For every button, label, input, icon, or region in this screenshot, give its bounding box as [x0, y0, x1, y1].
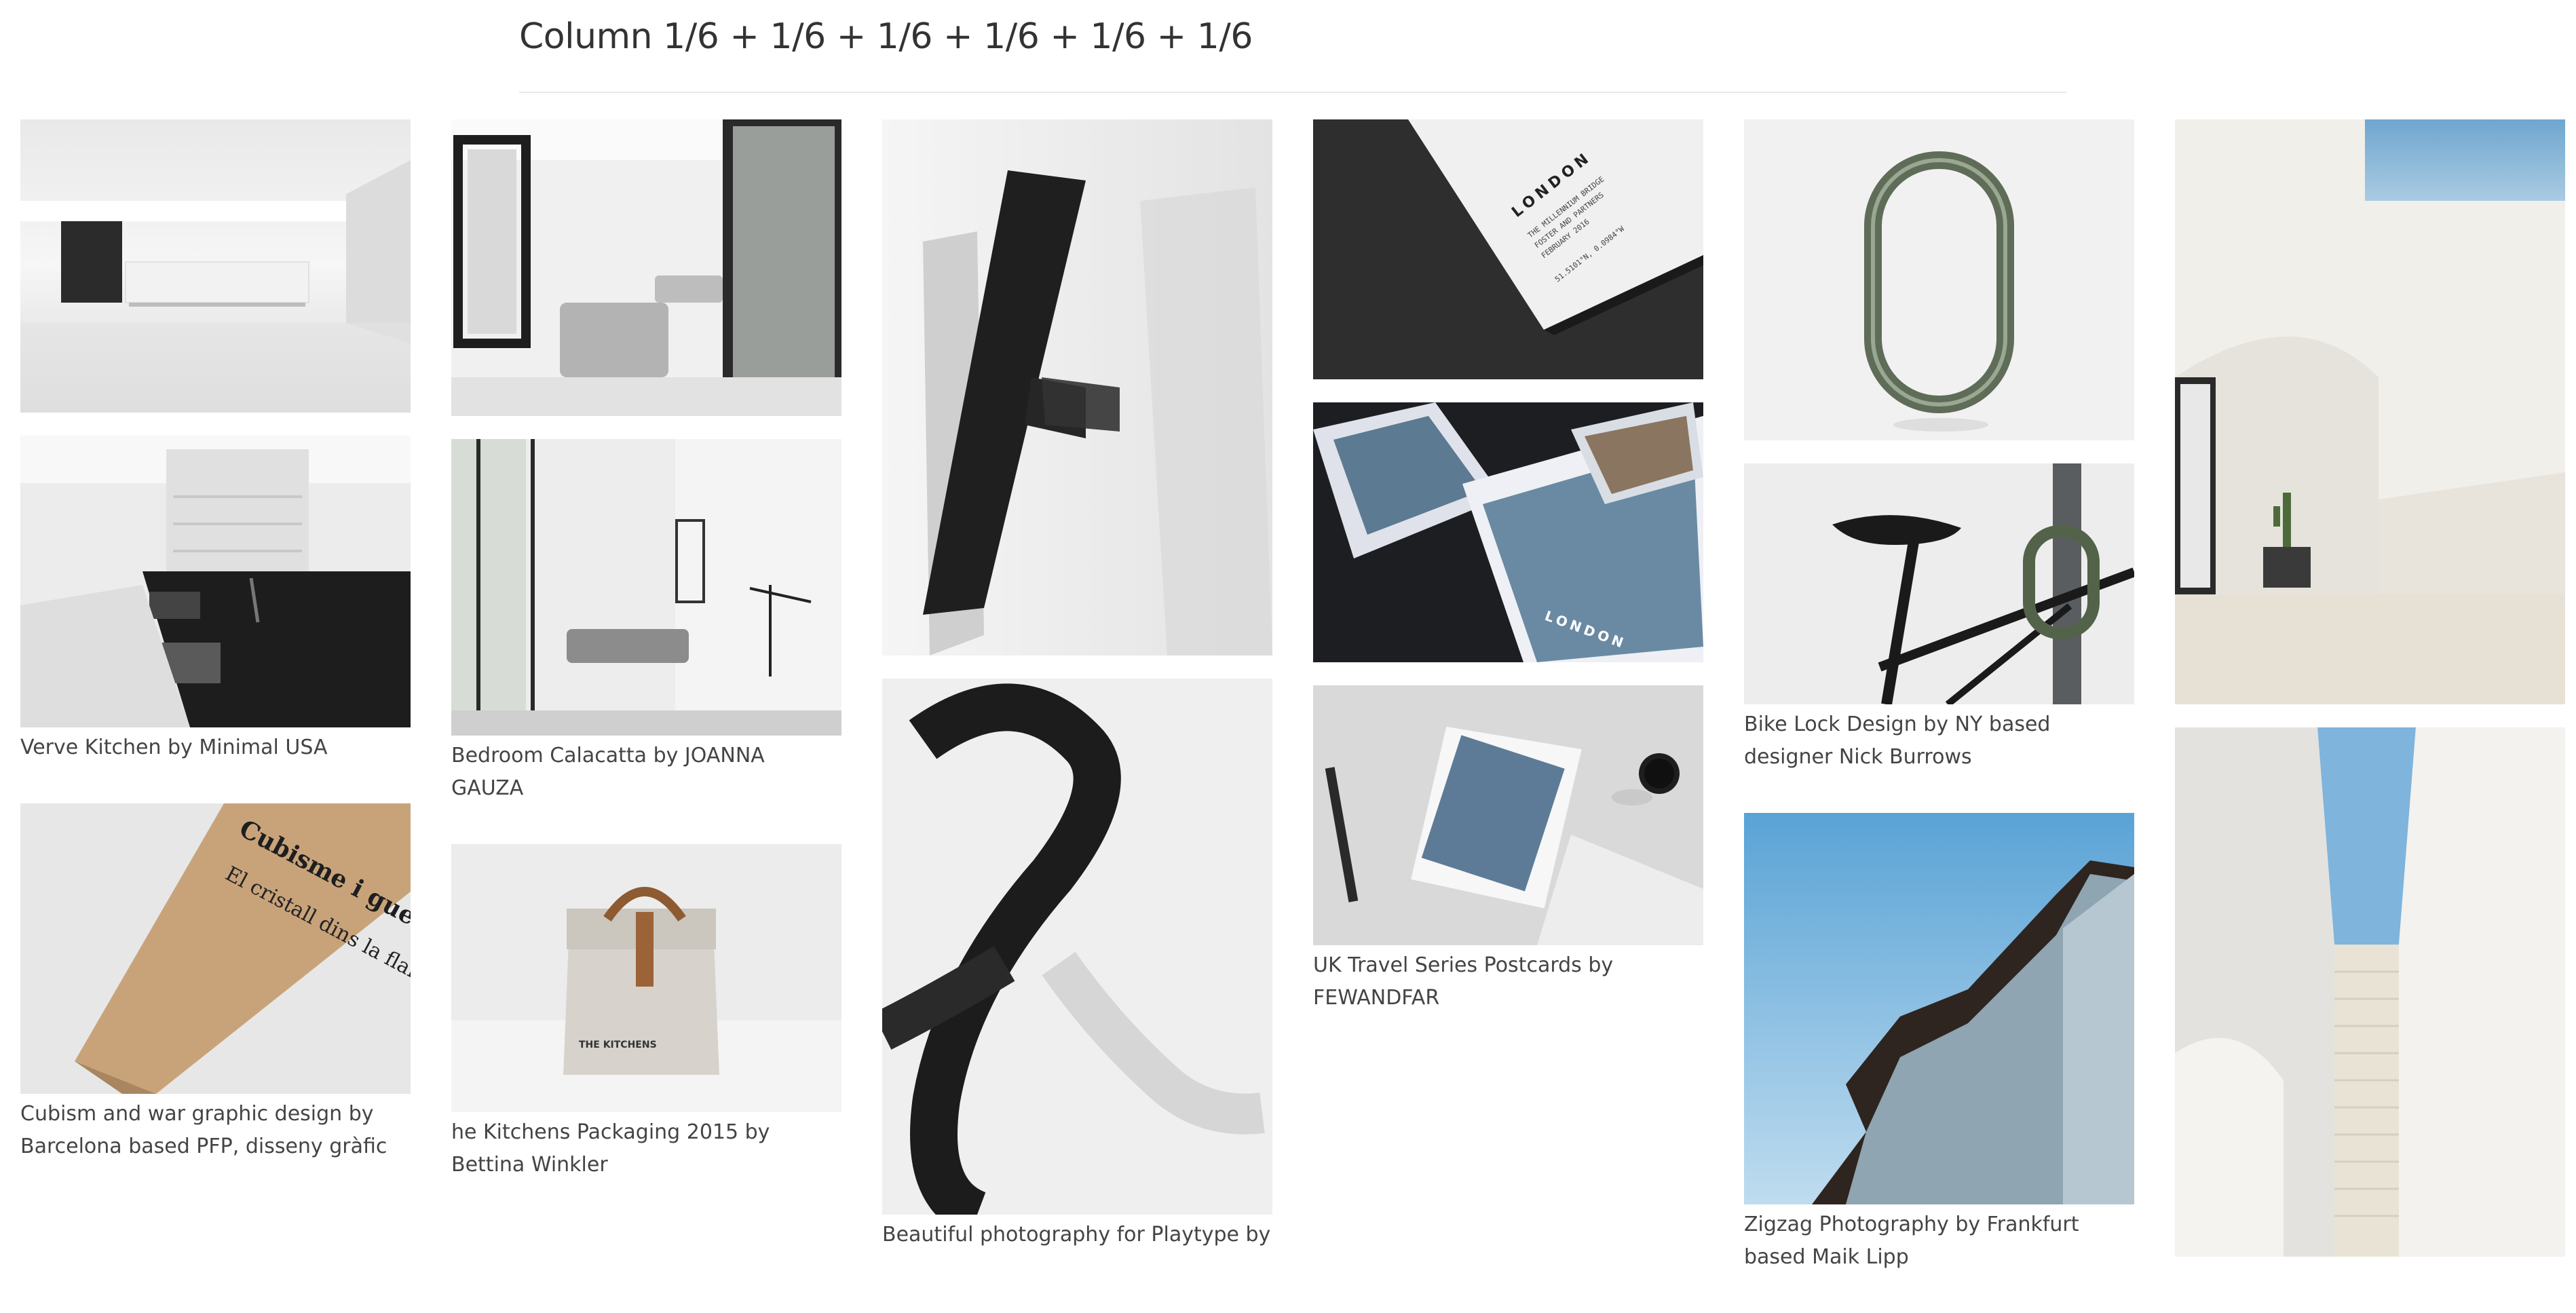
kitchen-island-photo[interactable] — [20, 436, 411, 727]
gallery-card[interactable] — [1744, 119, 2134, 440]
gallery-card[interactable]: UK Travel Series Postcards by FEWANDFAR — [1313, 685, 1703, 1014]
grid-column-5: Bike Lock Design by NY based designer Ni… — [1744, 119, 2134, 1313]
london-prints-photo[interactable]: LONDON — [1313, 402, 1703, 662]
image-grid: Verve Kitchen by Minimal USA Cubisme i g… — [0, 0, 2576, 1269]
kitchen-photo[interactable] — [20, 119, 411, 413]
postcard-photo[interactable] — [1313, 685, 1703, 945]
london-card-photo[interactable]: LONDON THE MILLENNIUM BRIDGE FOSTER AND … — [1313, 119, 1703, 379]
white-stairs-photo[interactable] — [2175, 727, 2565, 1257]
lock-photo[interactable] — [1744, 119, 2134, 440]
card-caption: Bike Lock Design by NY based designer Ni… — [1744, 712, 2051, 769]
gallery-card[interactable]: Bedroom Calacatta by JOANNA GAUZA — [451, 439, 841, 805]
gallery-card[interactable]: Verve Kitchen by Minimal USA — [20, 436, 411, 764]
bag-photo[interactable]: THE KITCHENS — [451, 844, 841, 1112]
card-caption: Bedroom Calacatta by JOANNA GAUZA — [451, 744, 765, 800]
card-caption: Cubism and war graphic design by Barcelo… — [20, 1102, 387, 1158]
bedroom-photo[interactable] — [451, 439, 841, 736]
gallery-card[interactable]: Cubisme i guerra El cristall dins la fla… — [20, 803, 411, 1163]
card-caption: he Kitchens Packaging 2015 by Bettina Wi… — [451, 1120, 770, 1177]
gallery-card[interactable] — [2175, 727, 2565, 1257]
card-caption: Beautiful photography for Playtype by — [882, 1223, 1271, 1247]
gallery-card[interactable] — [451, 119, 841, 416]
gallery-card[interactable]: LONDON — [1313, 402, 1703, 662]
gallery-card[interactable]: THE KITCHENS he Kitchens Packaging 2015 … — [451, 844, 841, 1181]
card-caption: UK Travel Series Postcards by FEWANDFAR — [1313, 953, 1614, 1010]
gallery-card[interactable] — [2175, 119, 2565, 704]
grid-column-3: Beautiful photography for Playtype by — [882, 119, 1272, 1291]
white-house-photo[interactable] — [2175, 119, 2565, 704]
grid-column-1: Verve Kitchen by Minimal USA Cubisme i g… — [20, 119, 411, 1202]
poster-photo[interactable]: Cubisme i guerra El cristall dins la fla… — [20, 803, 411, 1094]
gallery-card[interactable] — [20, 119, 411, 413]
gallery-card[interactable] — [882, 119, 1272, 655]
gallery-card[interactable]: Bike Lock Design by NY based designer Ni… — [1744, 463, 2134, 774]
card-caption: Zigzag Photography by Frankfurt based Ma… — [1744, 1213, 2079, 1269]
gallery-card[interactable]: LONDON THE MILLENNIUM BRIDGE FOSTER AND … — [1313, 119, 1703, 379]
gallery-card[interactable]: Zigzag Photography by Frankfurt based Ma… — [1744, 813, 2134, 1274]
card-caption: Verve Kitchen by Minimal USA — [20, 736, 328, 759]
letter-h-photo[interactable] — [882, 119, 1272, 655]
grid-column-4: LONDON THE MILLENNIUM BRIDGE FOSTER AND … — [1313, 119, 1703, 1054]
grid-column-2: Bedroom Calacatta by JOANNA GAUZA THE KI… — [451, 119, 841, 1221]
building-photo[interactable] — [1744, 813, 2134, 1204]
ampersand-photo[interactable] — [882, 679, 1272, 1215]
bag-label-text: THE KITCHENS — [579, 1040, 657, 1050]
gallery-card[interactable]: Beautiful photography for Playtype by — [882, 679, 1272, 1251]
bike-lock-photo[interactable] — [1744, 463, 2134, 704]
living-room-photo[interactable] — [451, 119, 841, 416]
grid-column-6 — [2175, 119, 2565, 1280]
